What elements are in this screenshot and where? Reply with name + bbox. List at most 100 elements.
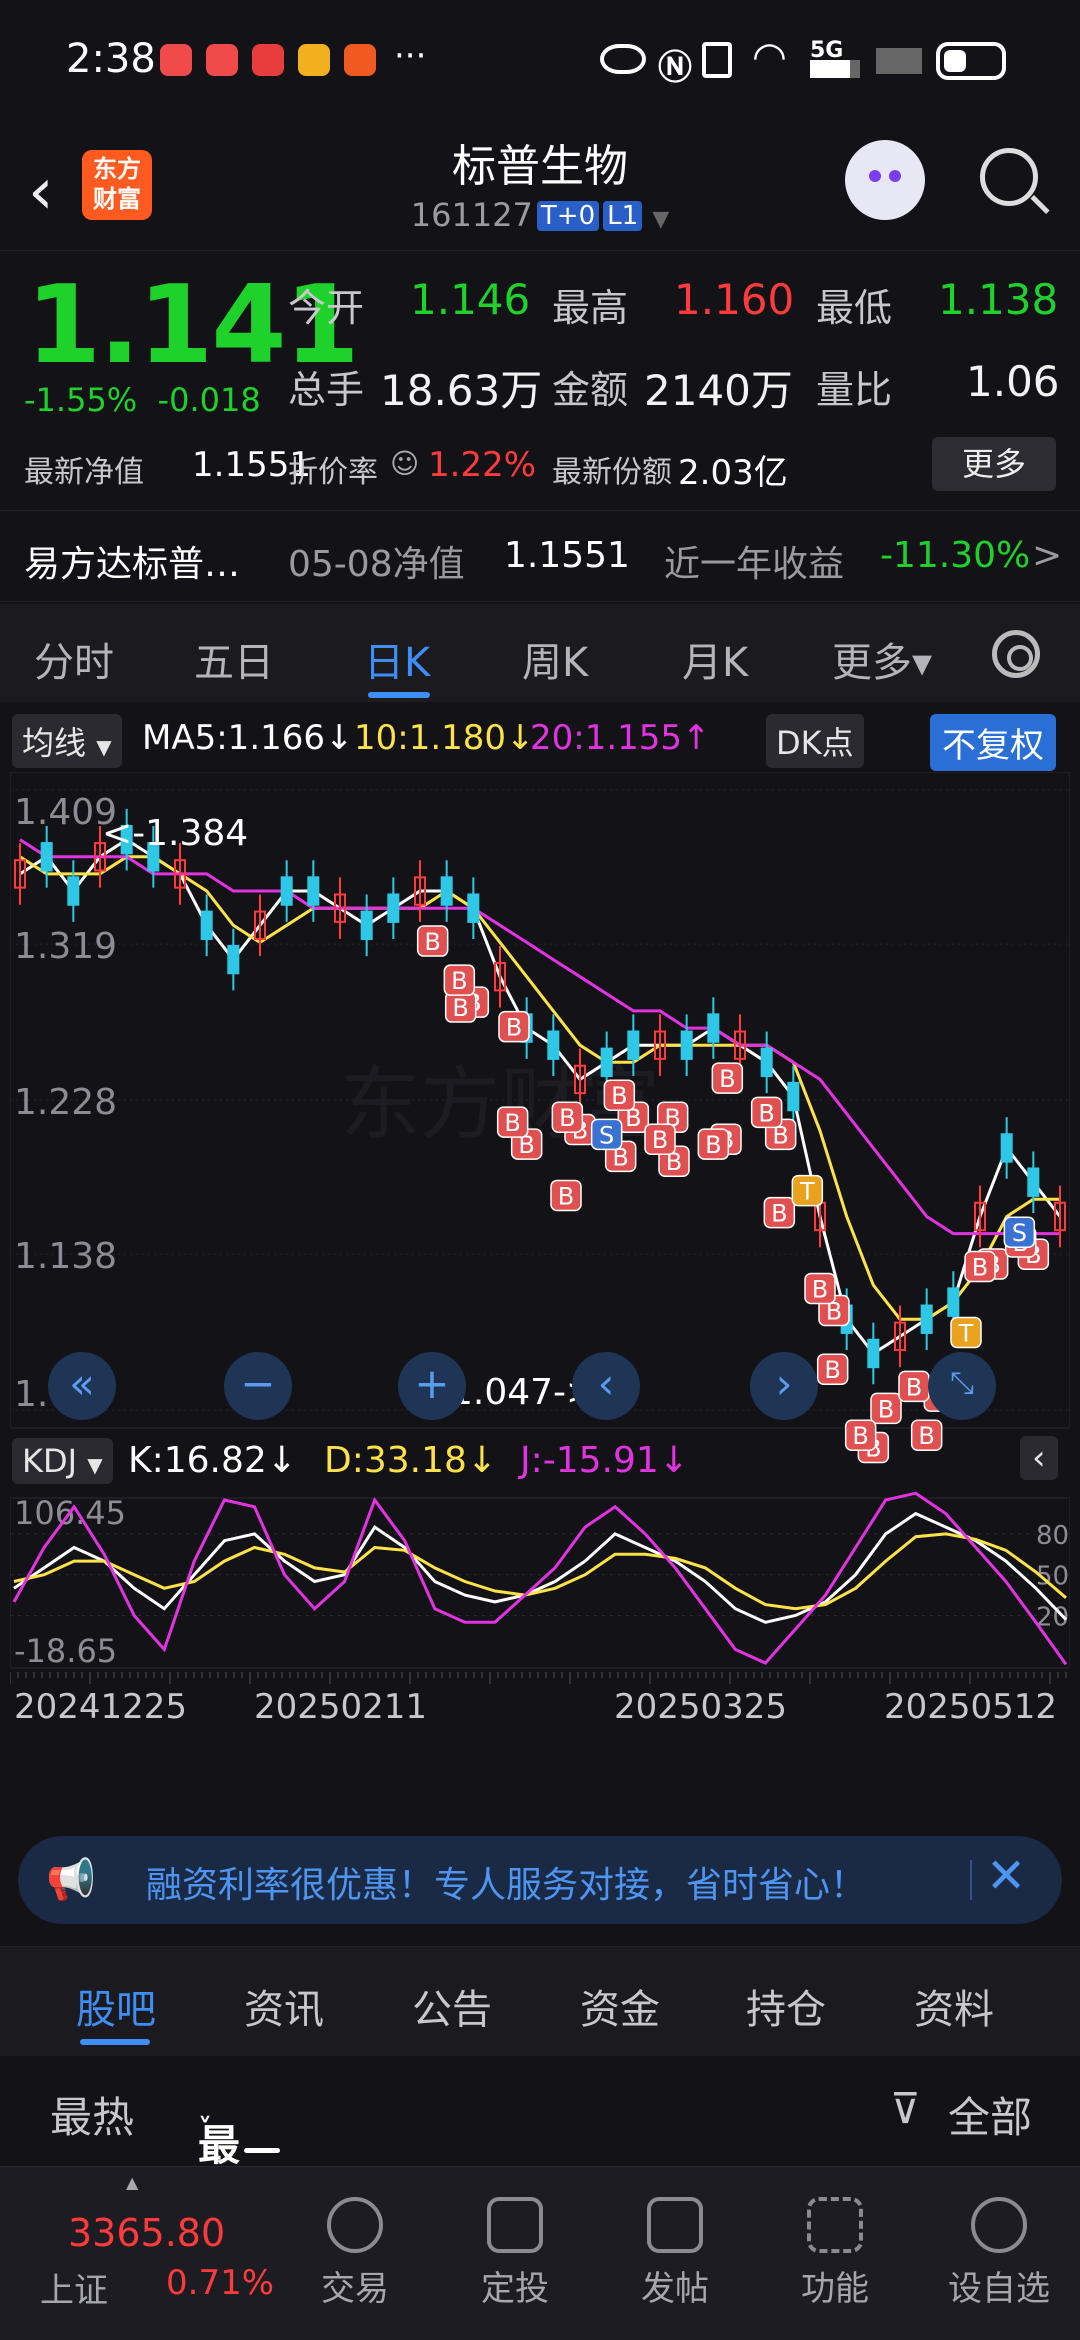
- tab-five-day[interactable]: 五日: [194, 630, 274, 688]
- tab-daily-k[interactable]: 日K: [364, 630, 430, 688]
- marker-B-label: B: [559, 1104, 575, 1132]
- sort-hot[interactable]: 最热: [50, 2084, 134, 2145]
- open-value: 1.146: [410, 275, 531, 324]
- marker-B-label: B: [452, 994, 468, 1022]
- tab-weekly-k[interactable]: 周K: [522, 630, 588, 688]
- fund-info-row[interactable]: 易方达标普… 05-08净值 1.1551 近一年收益 -11.30% >: [0, 510, 1080, 602]
- adjust-button[interactable]: 不复权: [930, 714, 1056, 771]
- candle-body: [680, 1030, 693, 1060]
- marker-B-label: B: [506, 1014, 522, 1042]
- zoom-out-button[interactable]: −: [224, 1352, 292, 1420]
- app-notification-icon: [206, 44, 238, 76]
- change-percent: -1.55%: [24, 381, 138, 419]
- marker-B-label: B: [918, 1422, 934, 1450]
- nav-functions[interactable]: 功能: [760, 2167, 910, 2340]
- candle-body: [467, 893, 480, 923]
- marker-T-label: T: [799, 1178, 815, 1206]
- marker-S-label: S: [1012, 1219, 1027, 1247]
- tab-announcements[interactable]: 公告: [412, 1977, 492, 2035]
- active-tab-indicator: [80, 2039, 150, 2045]
- volume-label: 总手: [288, 368, 365, 412]
- nav-post[interactable]: 发帖: [600, 2167, 750, 2340]
- marker-B-label: B: [558, 1182, 574, 1210]
- nav-date-value: 1.1551: [504, 535, 630, 576]
- marker-B-label: B: [611, 1082, 627, 1110]
- candle-body: [787, 1081, 800, 1112]
- marker-B-label: B: [852, 1422, 868, 1450]
- promo-banner[interactable]: 📢 融资利率很优惠！专人服务对接，省时省心！ ✕: [18, 1836, 1062, 1924]
- scroll-left-button[interactable]: ‹: [572, 1352, 640, 1420]
- ma-legend-row: 均线 ▼ MA5:1.166↓ 10:1.180↓ 20:1.155↑ DK点 …: [0, 706, 1080, 771]
- tab-funds[interactable]: 资金: [580, 1977, 660, 2035]
- candle-body: [627, 1030, 640, 1060]
- chevron-right-icon: >: [1032, 535, 1063, 576]
- info-icon[interactable]: ☺: [390, 447, 419, 480]
- scroll-left-fast-button[interactable]: «: [48, 1352, 116, 1420]
- tab-timeshare[interactable]: 分时: [34, 630, 114, 688]
- y-tick-label: 1.228: [14, 1082, 117, 1123]
- ma5-value: MA5:1.166↓: [142, 718, 354, 758]
- nav-trade[interactable]: 交易: [280, 2167, 430, 2340]
- candle-body: [67, 876, 80, 906]
- grid-icon: [807, 2197, 863, 2253]
- tab-profile[interactable]: 资料: [914, 1977, 994, 2035]
- promo-text: 融资利率很优惠！专人服务对接，省时省心！: [146, 1865, 867, 1906]
- more-dots-icon: [971, 2197, 1027, 2253]
- nav-label: 发帖: [641, 2269, 709, 2309]
- marker-B-label: B: [504, 1109, 520, 1137]
- filter-icon[interactable]: ⊽: [890, 2084, 921, 2133]
- search-icon[interactable]: [980, 148, 1038, 206]
- marker-B-label: B: [424, 928, 440, 956]
- candle-body: [200, 910, 213, 941]
- marker-T-label: T: [958, 1319, 974, 1347]
- zoom-in-button[interactable]: +: [398, 1352, 466, 1420]
- assistant-robot-icon[interactable]: [845, 140, 925, 220]
- tab-news[interactable]: 资讯: [244, 1977, 324, 2035]
- kdj-right-tick: 80: [1036, 1521, 1069, 1551]
- nav-date-label: 05-08净值: [288, 544, 465, 585]
- close-icon[interactable]: ✕: [986, 1848, 1026, 1904]
- active-tab-indicator: [368, 692, 430, 698]
- indicator-select[interactable]: 均线 ▼: [12, 714, 122, 768]
- fullscreen-button[interactable]: ⤡: [928, 1352, 996, 1420]
- quote-panel: 1.141 -1.55% -0.018 今开 1.146 最高 1.160 最低…: [0, 250, 1080, 510]
- sort-indicator: [244, 2148, 280, 2153]
- discount-value: 1.22%: [428, 445, 537, 485]
- app-header: ‹ 东方 财富 标普生物 161127 T+0 L1 ▼: [0, 120, 1080, 250]
- nav-watchlist[interactable]: 设自选: [924, 2167, 1074, 2340]
- discount-label: 折价率: [288, 455, 378, 490]
- tab-holdings[interactable]: 持仓: [746, 1977, 826, 2035]
- collapse-panel-icon[interactable]: ‹: [1020, 1436, 1058, 1480]
- yuan-icon: [327, 2197, 383, 2253]
- kline-chart[interactable]: 1.4091.3191.2281.1381.047东方财富BBBBBBBBBBB…: [9, 771, 1071, 1820]
- ma20-value: 20:1.155↑: [530, 718, 711, 758]
- more-button[interactable]: 更多: [932, 437, 1056, 491]
- x-tick-label: 20250211: [254, 1687, 427, 1727]
- nav-fixed-invest[interactable]: 定投: [440, 2167, 590, 2340]
- nfc-icon: Ⓝ: [658, 48, 692, 88]
- candle-body: [387, 893, 400, 923]
- vibrate-icon: [702, 42, 732, 78]
- index-ticker[interactable]: ▲ 3365.80 上证 0.71%: [0, 2167, 280, 2340]
- l1-tag: L1: [603, 201, 643, 231]
- tab-more[interactable]: 更多▾: [832, 630, 932, 688]
- candle-body: [867, 1338, 880, 1369]
- x-tick-label: 20241225: [14, 1687, 187, 1727]
- nav-label: 最新净值: [24, 455, 144, 490]
- kdj-select[interactable]: KDJ ▼: [12, 1438, 113, 1484]
- settings-gear-icon[interactable]: [992, 630, 1040, 678]
- high-label: 最高: [552, 286, 629, 330]
- battery-icon: [936, 42, 1006, 80]
- year-return-label: 近一年收益: [664, 544, 845, 585]
- tab-forum[interactable]: 股吧: [76, 1977, 156, 2035]
- candle-body: [947, 1287, 960, 1317]
- filter-all[interactable]: 全部: [948, 2084, 1032, 2145]
- sort-bar: 最热 最新 ˅ ⊽ 全部: [0, 2056, 1080, 2231]
- tab-monthly-k[interactable]: 月K: [682, 630, 748, 688]
- y-tick-label: 1.138: [14, 1236, 117, 1277]
- scroll-right-button[interactable]: ›: [750, 1352, 818, 1420]
- dk-point-button[interactable]: DK点: [766, 714, 864, 768]
- app-notification-icon: [160, 44, 192, 76]
- year-return-value: -11.30%: [880, 535, 1031, 576]
- bottom-nav: ▲ 3365.80 上证 0.71% 交易 定投 发帖 功能 设自选: [0, 2166, 1080, 2340]
